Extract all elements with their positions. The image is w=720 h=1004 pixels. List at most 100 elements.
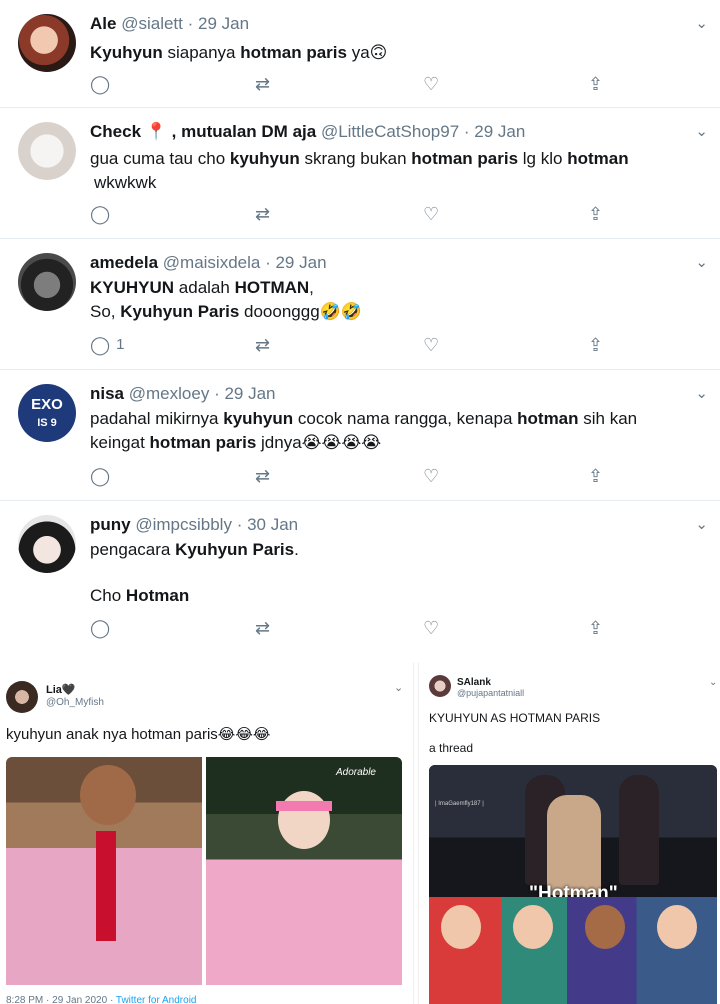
text-plain: So, bbox=[90, 302, 121, 321]
chevron-down-icon[interactable]: ⌄ bbox=[695, 122, 708, 140]
tweet-4[interactable]: EXO IS 9 nisa @mexloey · 29 Jan ⌄ padaha… bbox=[0, 370, 720, 501]
retweet-icon[interactable]: ⇄ bbox=[255, 335, 270, 356]
tweet-5[interactable]: puny @impcsibbly · 30 Jan ⌄ pengacara Ky… bbox=[0, 501, 720, 663]
text-bold: hotman paris bbox=[149, 433, 257, 452]
avatar[interactable]: EXO IS 9 bbox=[18, 384, 76, 442]
like-icon[interactable]: ♡ bbox=[423, 618, 439, 639]
author-handle[interactable]: @maisixdela bbox=[163, 253, 261, 272]
text-plain: padahal mikirnya bbox=[90, 409, 224, 428]
share-icon[interactable]: ⇪ bbox=[588, 466, 603, 487]
photo-collage[interactable]: | ImaGaemfly187 | "Hotman" bbox=[429, 765, 717, 1004]
reply-glyph: ◯ bbox=[90, 335, 111, 355]
author-name-text: Lia bbox=[46, 684, 62, 696]
author-name[interactable]: Lia🖤 bbox=[46, 683, 76, 696]
tweet-2[interactable]: Check 📍 , mutualan DM aja @LittleCatShop… bbox=[0, 108, 720, 239]
avatar[interactable] bbox=[429, 675, 451, 697]
heart-emoji: 🖤 bbox=[61, 684, 76, 696]
photo-figure bbox=[619, 775, 659, 885]
reply-icon[interactable]: ◯ bbox=[90, 466, 110, 487]
tweet-text: KYUHYUN AS HOTMAN PARIS bbox=[429, 711, 601, 725]
tweet-3[interactable]: amedela @maisixdela · 29 Jan ⌄ KYUHYUN a… bbox=[0, 239, 720, 370]
embedded-tweet-left[interactable]: Lia🖤 @Oh_Myfish ⌄ kyuhyun anak nya hotma… bbox=[0, 663, 414, 1004]
author-handle[interactable]: @sialett bbox=[121, 14, 183, 33]
reply-count: 1 bbox=[116, 336, 125, 353]
avatar[interactable] bbox=[18, 122, 76, 180]
tweet-date[interactable]: · 29 Jan bbox=[214, 384, 275, 403]
reply-icon[interactable]: ◯ 1 bbox=[90, 335, 125, 356]
reply-icon[interactable]: ◯ bbox=[90, 74, 110, 95]
retweet-icon[interactable]: ⇄ bbox=[255, 466, 270, 487]
text-bold: Kyuhyun Paris bbox=[175, 540, 295, 559]
footer-app-link[interactable]: Twitter for Android bbox=[116, 995, 197, 1004]
reply-icon[interactable]: ◯ bbox=[90, 204, 110, 225]
tweet-1[interactable]: Ale @sialett · 29 Jan ⌄ Kyuhyun siapanya… bbox=[0, 0, 720, 108]
text-plain: Cho bbox=[90, 586, 126, 605]
tweet-header: amedela @maisixdela · 29 Jan bbox=[90, 253, 327, 273]
chevron-down-icon[interactable]: ⌄ bbox=[394, 681, 403, 694]
tweet-text-line1: padahal mikirnya kyuhyun cocok nama rang… bbox=[90, 406, 637, 431]
like-icon[interactable]: ♡ bbox=[423, 204, 439, 225]
author-name[interactable]: nisa bbox=[90, 384, 124, 403]
photo-tie bbox=[96, 831, 116, 941]
author-name[interactable]: Ale bbox=[90, 14, 116, 33]
tweet-header: puny @impcsibbly · 30 Jan bbox=[90, 515, 298, 535]
chevron-down-icon[interactable]: ⌄ bbox=[695, 253, 708, 271]
author-name[interactable]: amedela bbox=[90, 253, 158, 272]
tweet-date[interactable]: · 30 Jan bbox=[237, 515, 298, 534]
like-icon[interactable]: ♡ bbox=[423, 335, 439, 356]
retweet-icon[interactable]: ⇄ bbox=[255, 74, 270, 95]
author-handle[interactable]: @mexloey bbox=[129, 384, 210, 403]
photo-kyuhyun[interactable]: Adorable bbox=[206, 757, 402, 985]
tweet-date[interactable]: · 29 Jan bbox=[464, 122, 525, 141]
retweet-icon[interactable]: ⇄ bbox=[255, 204, 270, 225]
chevron-down-icon[interactable]: ⌄ bbox=[695, 384, 708, 402]
author-handle[interactable]: @Oh_Myfish bbox=[46, 697, 104, 708]
text-plain: jdnya bbox=[256, 433, 302, 452]
author-handle[interactable]: @LittleCatShop97 bbox=[321, 122, 459, 141]
author-name-suffix[interactable]: , mutualan DM aja bbox=[172, 122, 317, 141]
embedded-tweet-right[interactable]: SAlank @pujapantatniall ⌄ KYUHYUN AS HOT… bbox=[418, 663, 720, 1004]
chevron-down-icon[interactable]: ⌄ bbox=[709, 677, 717, 688]
tweet-text-line1: gua cuma tau cho kyuhyun skrang bukan ho… bbox=[90, 146, 629, 171]
tweet-text-body: kyuhyun anak nya hotman paris bbox=[6, 726, 218, 743]
chevron-down-icon[interactable]: ⌄ bbox=[695, 14, 708, 32]
text-bold: KYUHYUN bbox=[90, 278, 175, 297]
text-bold: Kyuhyun bbox=[90, 43, 163, 62]
tweet-text-line2: So, Kyuhyun Paris dooonggg🤣🤣 bbox=[90, 299, 362, 324]
share-icon[interactable]: ⇪ bbox=[588, 74, 603, 95]
avatar[interactable] bbox=[6, 681, 38, 713]
author-name[interactable]: puny bbox=[90, 515, 131, 534]
tweet-date[interactable]: · 29 Jan bbox=[188, 14, 249, 33]
text-plain: skrang bukan bbox=[299, 149, 412, 168]
photo-figure bbox=[547, 795, 601, 895]
photo-label: | ImaGaemfly187 | bbox=[435, 801, 484, 807]
tweet-text: kyuhyun anak nya hotman paris😂😂😂 bbox=[6, 725, 270, 743]
like-icon[interactable]: ♡ bbox=[423, 466, 439, 487]
like-icon[interactable]: ♡ bbox=[423, 74, 439, 95]
author-name[interactable]: SAlank bbox=[457, 677, 491, 688]
tweet-header: Ale @sialett · 29 Jan bbox=[90, 14, 249, 34]
avatar[interactable] bbox=[18, 515, 76, 573]
author-name[interactable]: Check bbox=[90, 122, 141, 141]
photo-face bbox=[513, 905, 553, 949]
pin-icon: 📍 bbox=[145, 122, 167, 141]
text-plain: cocok nama rangga, kenapa bbox=[293, 409, 518, 428]
author-handle[interactable]: @impcsibbly bbox=[135, 515, 232, 534]
author-handle[interactable]: @pujapantatniall bbox=[457, 688, 524, 698]
reply-icon[interactable]: ◯ bbox=[90, 618, 110, 639]
share-icon[interactable]: ⇪ bbox=[588, 335, 603, 356]
photo-face bbox=[585, 905, 625, 949]
tweet-date[interactable]: · 29 Jan bbox=[265, 253, 326, 272]
photo-hotman[interactable] bbox=[6, 757, 202, 985]
photo-face bbox=[657, 905, 697, 949]
text-bold: hotman bbox=[517, 409, 579, 428]
text-plain: adalah bbox=[174, 278, 235, 297]
text-plain: keingat bbox=[90, 433, 150, 452]
share-icon[interactable]: ⇪ bbox=[588, 618, 603, 639]
share-icon[interactable]: ⇪ bbox=[588, 204, 603, 225]
avatar[interactable] bbox=[18, 253, 76, 311]
chevron-down-icon[interactable]: ⌄ bbox=[695, 515, 708, 533]
retweet-icon[interactable]: ⇄ bbox=[255, 618, 270, 639]
text-bold: HOTMAN bbox=[234, 278, 310, 297]
avatar[interactable] bbox=[18, 14, 76, 72]
